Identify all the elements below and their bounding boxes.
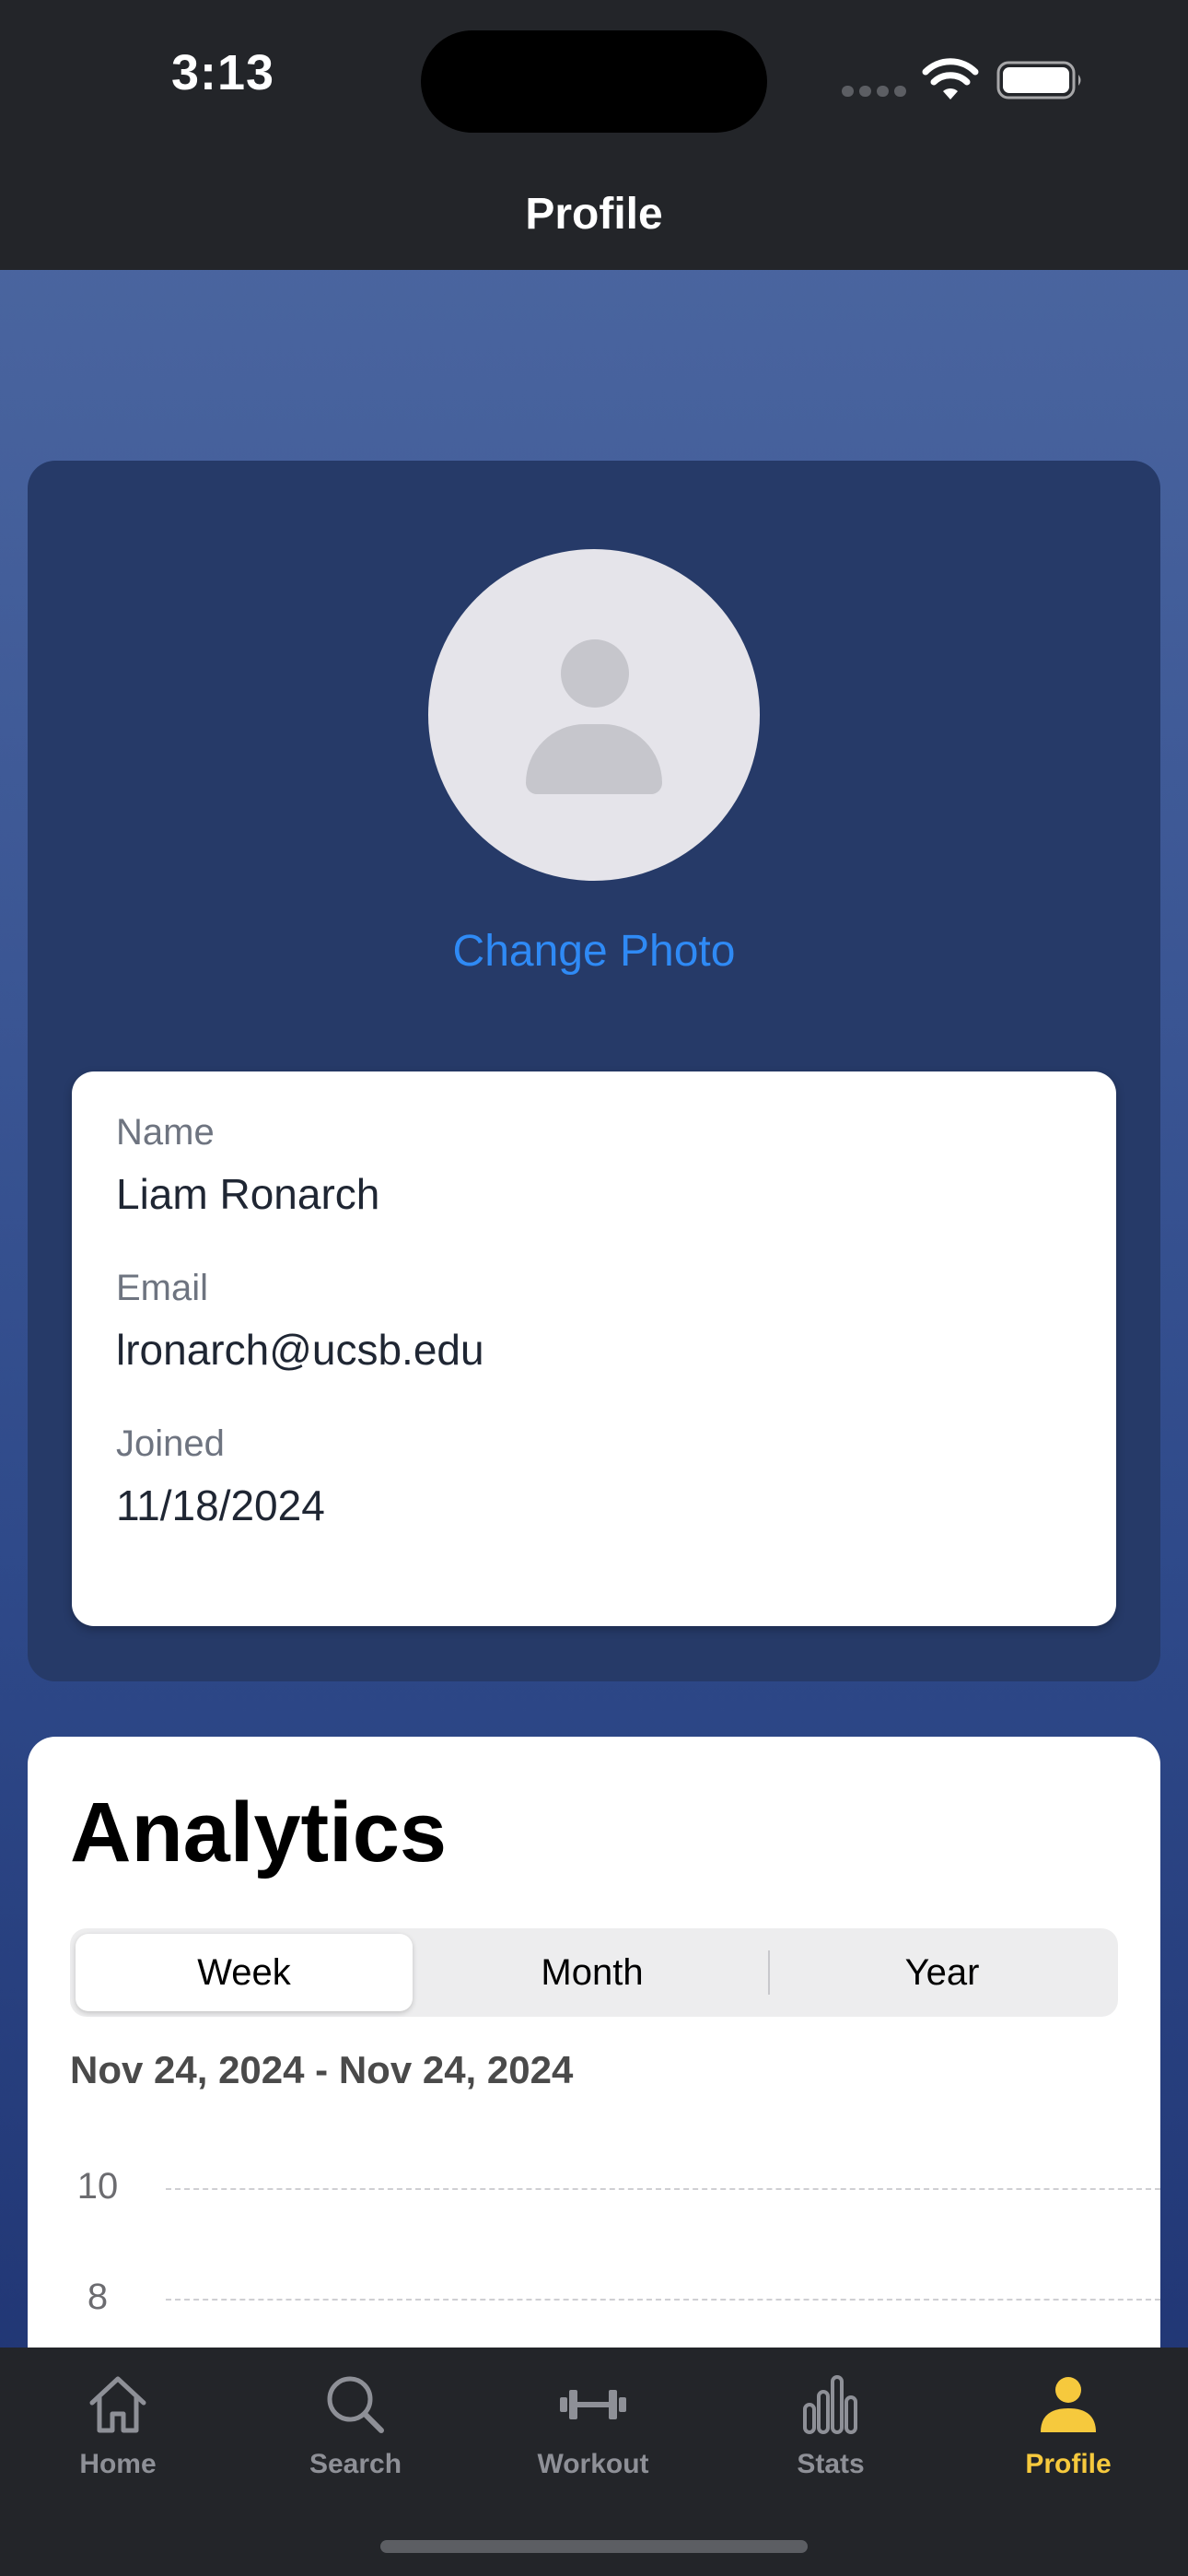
tab-bar: Home Search Workout Stats Profile [0, 2348, 1188, 2576]
tab-profile-label: Profile [1025, 2449, 1112, 2479]
page-title: Profile [525, 190, 663, 239]
bar-chart-icon [803, 2375, 857, 2434]
email-label: Email [116, 1268, 209, 1308]
wifi-icon [922, 58, 979, 100]
profile-info-box: Name Liam Ronarch Email lronarch@ucsb.ed… [72, 1071, 1116, 1626]
gridline-10 [166, 2188, 1160, 2190]
name-value: Liam Ronarch [116, 1170, 380, 1218]
avatar[interactable] [428, 549, 760, 881]
name-label: Name [116, 1112, 215, 1153]
segment-week[interactable]: Week [76, 1928, 413, 2017]
tab-workout[interactable]: Workout [501, 2368, 685, 2480]
tab-search[interactable]: Search [263, 2368, 448, 2480]
joined-value: 11/18/2024 [116, 1481, 325, 1529]
y-axis-tick-10: 10 [76, 2166, 119, 2207]
tab-home-label: Home [79, 2449, 157, 2479]
tab-search-label: Search [309, 2449, 402, 2479]
top-bar: 3:13 Profile [0, 0, 1188, 270]
avatar-placeholder-body [526, 724, 662, 794]
tab-workout-label: Workout [537, 2449, 649, 2479]
dynamic-island [421, 30, 767, 133]
email-value: lronarch@ucsb.edu [116, 1326, 484, 1374]
date-range-label: Nov 24, 2024 - Nov 24, 2024 [70, 2048, 574, 2091]
joined-label: Joined [116, 1423, 225, 1464]
person-icon [1041, 2377, 1096, 2432]
cellular-signal-icon [842, 86, 906, 97]
tab-stats-label: Stats [797, 2449, 865, 2479]
profile-card: Change Photo Name Liam Ronarch Email lro… [28, 461, 1160, 1681]
segment-year[interactable]: Year [772, 1928, 1112, 2017]
home-indicator[interactable] [380, 2540, 808, 2553]
analytics-title: Analytics [70, 1786, 448, 1879]
tab-profile[interactable]: Profile [976, 2368, 1160, 2480]
segment-month[interactable]: Month [420, 1928, 764, 2017]
battery-icon [996, 61, 1081, 100]
dumbbell-icon [560, 2390, 626, 2419]
tab-home[interactable]: Home [26, 2368, 210, 2480]
status-time: 3:13 [170, 45, 275, 100]
tab-stats[interactable]: Stats [739, 2368, 923, 2480]
y-axis-tick-8: 8 [87, 2277, 109, 2317]
period-segmented-control: Week Month Year [70, 1928, 1118, 2017]
change-photo-button[interactable]: Change Photo [28, 926, 1160, 977]
gridline-8 [166, 2299, 1160, 2301]
magnifier-icon [327, 2376, 384, 2433]
avatar-placeholder-head [561, 639, 629, 708]
segment-divider [768, 1950, 770, 1995]
house-icon [89, 2376, 146, 2433]
